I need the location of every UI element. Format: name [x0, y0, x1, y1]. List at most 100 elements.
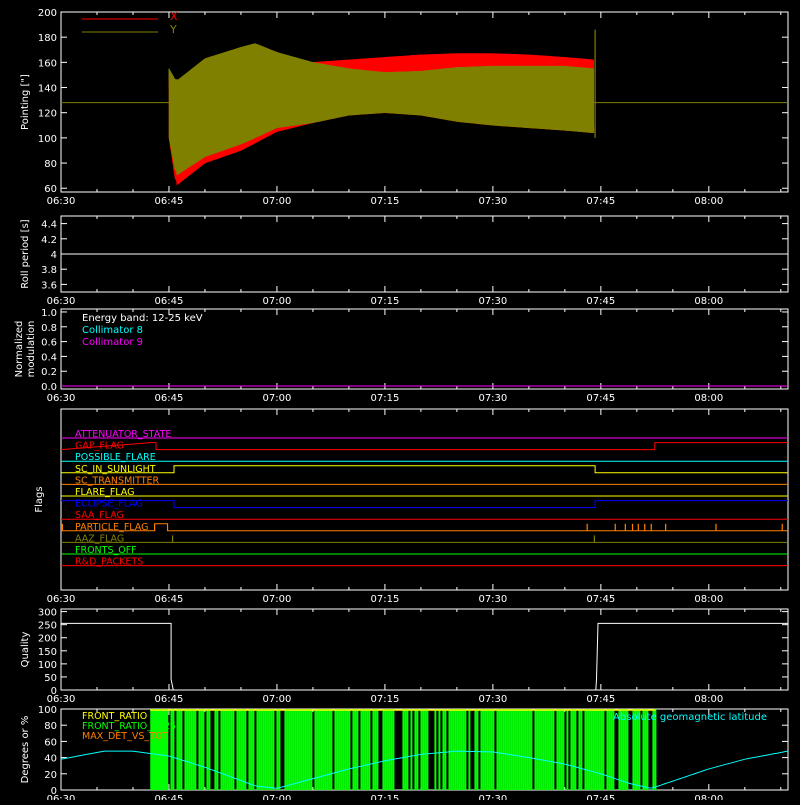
quality-ytick-label: 250 [38, 621, 57, 632]
ratios-front-ratio-1225-bar [438, 709, 441, 790]
ratios-front-ratio-1225-bar [594, 709, 597, 790]
ratios-front-ratio-1225-bar [562, 709, 565, 790]
pointing-xtick-label: 06:30 [47, 196, 76, 207]
quality-xtick-label: 07:45 [586, 694, 615, 705]
flag-label-sc-transmitter: SC_TRANSMITTER [75, 475, 160, 486]
ratios-front-ratio-1225-bar [278, 709, 281, 790]
ratios-front-ratio-1225-bar [186, 709, 189, 790]
ratios-front-ratio-1225-bar [238, 709, 241, 790]
ratios-front-ratio-1225-bar [290, 709, 293, 790]
ratios-ytick-label: 40 [44, 754, 57, 765]
ratios-front-ratio-1225-bar [208, 709, 211, 790]
roll-xtick-label: 07:45 [586, 296, 615, 307]
ratios-front-ratio-1225-bar [180, 709, 183, 790]
ratios-front-ratio-1225-bar [242, 709, 245, 790]
pointing-ytick-label: 60 [44, 184, 57, 195]
modulation-legend-label-8: Collimator 8 [82, 325, 143, 336]
ratios-front-ratio-1225-bar [354, 709, 357, 790]
ratios-front-ratio-1225-bar [598, 709, 601, 790]
pointing-ylabel: Pointing ["] [20, 74, 31, 130]
ratios-front-ratio-1225-bar [256, 709, 259, 790]
roll-xtick-label: 07:00 [263, 296, 292, 307]
ratios-xtick-label: 06:45 [155, 794, 184, 800]
ratios-front-ratio-1225-bar [514, 709, 517, 790]
ratios-front-ratio-1225-bar [214, 709, 217, 790]
ratios-front-ratio-1225-bar [480, 709, 483, 790]
ratios-front-ratio-1225-bar [364, 709, 367, 790]
modulation-xtick-label: 07:00 [263, 393, 292, 404]
ratios-front-ratio-1225-bar [266, 709, 269, 790]
ratios-ytick-label: 0 [51, 786, 57, 797]
ratios-front-ratio-1225-bar [300, 709, 303, 790]
flag-label-eclipse-flag: ECLIPSE_FLAG [75, 499, 143, 510]
ratios-front-ratio-1225-bar [230, 709, 233, 790]
roll-xtick-label: 08:00 [694, 296, 723, 307]
ratios-ytick-label: 80 [44, 721, 57, 732]
ratios-front-ratio-1225-bar [220, 709, 223, 790]
roll-xtick-label: 06:45 [155, 296, 184, 307]
ratios-front-ratio-1225-bar [222, 709, 225, 790]
ratios-front-ratio-1225-bar [388, 709, 391, 790]
ratios-front-ratio-1225-bar [368, 709, 371, 790]
ratios-front-ratio-1225-bar [606, 709, 609, 790]
ratios-front-ratio-1225-bar [276, 709, 279, 790]
pointing-legend-label-x: X [170, 10, 178, 23]
ratios-front-ratio-1225-bar [484, 709, 487, 790]
ratios-front-ratio-1225-bar [286, 709, 289, 790]
ratios-front-ratio-1225-bar [326, 709, 329, 790]
ratios-front-ratio-1225-bar [402, 709, 405, 790]
ratios-front-ratio-1225-bar [476, 709, 479, 790]
modulation-legend-label-9: Collimator 9 [82, 337, 143, 348]
ratios-front-ratio-1225-bar [406, 709, 409, 790]
flags-xtick-label: 07:30 [478, 594, 507, 605]
ratios-front-ratio-1225-bar [424, 709, 427, 790]
ratios-front-ratio-1225-bar [500, 709, 503, 790]
modulation-energy-band-annotation: Energy band: 12-25 keV [82, 313, 203, 324]
ratios-front-ratio-1225-bar [464, 709, 467, 790]
flag-label-sc-in-sunlight: SC_IN_SUNLIGHT [75, 464, 156, 475]
ratios-front-ratio-1225-bar [226, 709, 229, 790]
quality-ylabel: Quality [20, 632, 31, 668]
modulation-ytick-label: 1.0 [41, 308, 57, 319]
ratios-front-ratio-1225-bar [540, 709, 543, 790]
flags-xtick-label: 07:00 [263, 594, 292, 605]
modulation-ylabel-line2: modulation [26, 321, 37, 378]
flag-label-fronts-off: FRONTS_OFF [75, 545, 137, 556]
ratios-front-ratio-1225-bar [520, 709, 523, 790]
ratios-front-ratio-1225-bar [502, 709, 505, 790]
ratios-front-ratio-1225-bar [392, 709, 395, 790]
ratios-front-ratio-1225-bar [454, 709, 457, 790]
quality-xtick-label: 07:30 [478, 694, 507, 705]
ratios-front-ratio-1225-bar [360, 709, 363, 790]
ratios-front-ratio-1225-bar [340, 709, 343, 790]
ratios-front-ratio-1225-bar [490, 709, 493, 790]
roll-ytick-label: 4 [51, 250, 57, 261]
ratios-front-ratio-1225-bar [516, 709, 519, 790]
modulation-ytick-label: 0.8 [41, 323, 57, 334]
modulation-xtick-label: 07:15 [370, 393, 399, 404]
ratios-front-ratio-1225-bar [482, 709, 485, 790]
ratios-front-ratio-1225-bar [192, 709, 195, 790]
ratios-front-ratio-1225-bar [504, 709, 507, 790]
ratios-front-ratio-1225-bar [578, 709, 581, 790]
ratios-front-ratio-1225-bar [566, 709, 569, 790]
ratios-front-ratio-1225-bar [456, 709, 459, 790]
ratios-front-ratio-1225-bar [198, 709, 201, 790]
chart-figure: 06:30 06:45 07:00 07:15 07:30 07:45 08:00 60 80 1… [0, 0, 800, 805]
pointing-xtick-label: 07:45 [586, 196, 615, 207]
ratios-front-ratio-1225-bar [552, 709, 555, 790]
ratios-front-ratio-1225-bar [416, 709, 419, 790]
pointing-ytick-label: 200 [38, 8, 57, 19]
ratios-front-ratio-1225-bar [244, 709, 247, 790]
ratios-front-ratio-1225-bar [334, 709, 337, 790]
pointing-xtick-label: 07:15 [370, 196, 399, 207]
ratios-front-ratio-1225-bar [330, 709, 333, 790]
flag-label-r-d-packets: R&D_PACKETS [75, 557, 143, 568]
ratios-front-ratio-1225-bar [248, 709, 251, 790]
quality-xtick-label: 08:00 [694, 694, 723, 705]
modulation-xtick-label: 07:30 [478, 393, 507, 404]
ratios-front-ratio-1225-bar [404, 709, 407, 790]
ratios-front-ratio-1225-bar [492, 709, 495, 790]
flag-label-particle-flag: PARTICLE_FLAG [75, 522, 148, 533]
ratios-front-ratio-1225-bar [426, 709, 429, 790]
